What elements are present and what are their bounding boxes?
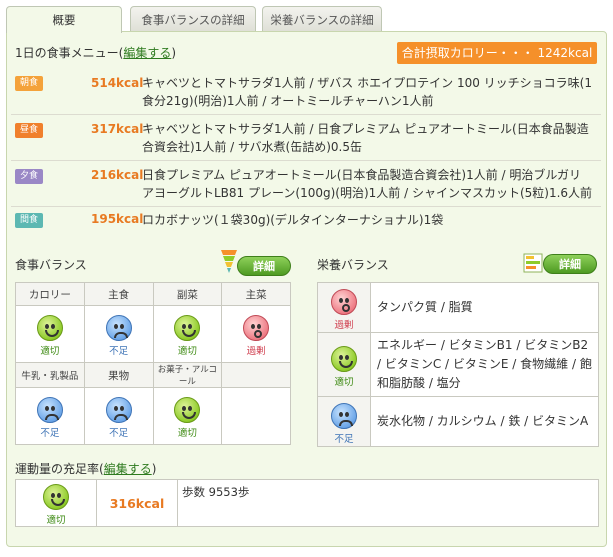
- meal-badge: 朝食: [15, 76, 43, 91]
- meal-row-snack: 間食 195kcal ロカボナッツ(１袋30g)(デルタインターナショナル)1袋: [11, 207, 601, 235]
- menu-title: 1日の食事メニュー(編集する): [15, 44, 176, 61]
- status-label: 過剰: [334, 319, 354, 331]
- meal-row-breakfast: 朝食 514kcal キャベツとトマトサラダ1人前 / ザバス ホエイプロテイン…: [11, 70, 601, 115]
- food-balance-status-staple: 不足: [83, 305, 154, 363]
- meal-line: アヨーグルトLB81 プレーン(100g)(明治)1人前 / シャインマスカット…: [142, 186, 593, 200]
- meal-line: キャベツとトマトサラダ1人前 / 日食プレミアム ピュアオートミール(日本食品製…: [142, 122, 589, 136]
- food-balance-header: カロリー: [15, 282, 85, 306]
- exercise-title: 運動量の充足率(編集する): [15, 460, 156, 477]
- menu-edit-link[interactable]: 編集する: [123, 46, 171, 60]
- meal-badge: 昼食: [15, 123, 43, 138]
- meal-row-dinner: 夕食 216kcal 日食プレミアム ピュアオートミール(日本食品製造合資会社)…: [11, 161, 601, 207]
- exercise-title-prefix: 運動量の充足率(: [15, 462, 104, 476]
- nutrition-status-over: 過剰: [317, 282, 371, 333]
- nutrition-good-items: エネルギー / ビタミンB1 / ビタミンB2 / ビタミンC / ビタミンE …: [370, 332, 599, 397]
- status-label: 不足: [40, 428, 60, 439]
- low-face-icon: [105, 397, 132, 423]
- nutrition-balance-title: 栄養バランス: [317, 258, 389, 272]
- food-balance-title: 食事バランス: [15, 258, 87, 272]
- food-balance-status-dairy: 不足: [15, 387, 85, 445]
- meal-line: 日食プレミアム ピュアオートミール(日本食品製造合資会社)1人前 / 明治ブルガ…: [142, 168, 582, 182]
- good-face-icon: [43, 484, 69, 510]
- nutrition-balance-detail-button[interactable]: 詳細: [543, 254, 597, 274]
- meal-kcal: 317kcal: [91, 122, 144, 136]
- overview-panel: 1日の食事メニュー(編集する) 合計摂取カロリー・・・ 1242kcal 朝食 …: [6, 31, 607, 547]
- food-balance-status-calorie: 適切: [15, 305, 85, 363]
- meal-badge: 間食: [15, 213, 43, 228]
- food-balance-status-side: 適切: [152, 305, 223, 363]
- meal-kcal: 216kcal: [91, 168, 144, 182]
- status-label: 過剰: [246, 346, 266, 357]
- exercise-kcal: 316kcal: [96, 479, 178, 527]
- exercise-steps: 歩数 9553歩: [177, 479, 599, 527]
- exercise-edit-link[interactable]: 編集する: [104, 462, 152, 476]
- exercise-status: 適切: [15, 479, 97, 527]
- meal-line: キャベツとトマトサラダ1人前 / ザバス ホエイプロテイン 100 リッチショコ…: [142, 76, 592, 90]
- good-face-icon: [174, 315, 201, 341]
- over-face-icon: [331, 288, 357, 315]
- status-label: 適切: [334, 376, 354, 388]
- total-calories-badge: 合計摂取カロリー・・・ 1242kcal: [397, 42, 597, 64]
- page-root: 概要 食事バランスの詳細 栄養バランスの詳細 1日の食事メニュー(編集する) 合…: [0, 0, 613, 557]
- low-face-icon: [105, 315, 132, 341]
- over-face-icon: [243, 315, 270, 341]
- food-balance-header: お菓子・アルコール: [152, 362, 223, 388]
- food-balance-header-empty: [221, 362, 291, 388]
- meal-items: キャベツとトマトサラダ1人前 / 日食プレミアム ピュアオートミール(日本食品製…: [142, 120, 597, 156]
- meal-line: 合資会社)1人前 / サバ水煮(缶詰め)0.5缶: [142, 140, 362, 154]
- exercise-table: 適切 316kcal 歩数 9553歩: [15, 479, 599, 527]
- nutrition-status-good: 適切: [317, 332, 371, 397]
- nutrition-over-items: タンパク質 / 脂質: [370, 282, 599, 333]
- meal-line: ロカボナッツ(１袋30g)(デルタインターナショナル)1袋: [142, 213, 444, 227]
- food-balance-header: 主食: [83, 282, 154, 306]
- food-balance-detail-button[interactable]: 詳細: [237, 256, 291, 276]
- meal-items: ロカボナッツ(１袋30g)(デルタインターナショナル)1袋: [142, 211, 597, 229]
- menu-title-suffix: ): [171, 46, 177, 60]
- tab-food-balance-detail[interactable]: 食事バランスの詳細: [130, 6, 256, 32]
- nutrition-chart-icon: [523, 253, 543, 273]
- low-face-icon: [331, 402, 357, 429]
- tab-overview[interactable]: 概要: [6, 6, 122, 33]
- food-balance-status-snacks: 適切: [152, 387, 223, 445]
- food-balance-table: カロリー 主食 副菜 主菜 適切 不足 適切 過剰 牛乳・乳製品 果物 お菓子・…: [15, 282, 291, 445]
- status-label: 不足: [109, 346, 129, 357]
- meal-items: キャベツとトマトサラダ1人前 / ザバス ホエイプロテイン 100 リッチショコ…: [142, 74, 597, 110]
- low-face-icon: [36, 397, 63, 423]
- status-label: 適切: [46, 515, 66, 526]
- food-balance-empty-cell: [221, 387, 291, 445]
- food-balance-header: 主菜: [221, 282, 291, 306]
- tab-nutrition-balance-detail[interactable]: 栄養バランスの詳細: [262, 6, 382, 32]
- exercise-title-suffix: ): [151, 462, 157, 476]
- good-face-icon: [174, 397, 201, 423]
- meal-badge: 夕食: [15, 169, 43, 184]
- nutrition-status-low: 不足: [317, 396, 371, 447]
- nutrition-balance-table: 過剰 タンパク質 / 脂質 適切 エネルギー / ビタミンB1 / ビタミンB2…: [317, 282, 599, 447]
- food-balance-status-fruit: 不足: [83, 387, 154, 445]
- status-label: 不足: [109, 428, 129, 439]
- meal-kcal: 514kcal: [91, 76, 144, 90]
- food-balance-header: 牛乳・乳製品: [15, 362, 85, 388]
- menu-title-prefix: 1日の食事メニュー(: [15, 46, 124, 60]
- meal-kcal: 195kcal: [91, 212, 144, 226]
- meal-row-lunch: 昼食 317kcal キャベツとトマトサラダ1人前 / 日食プレミアム ピュアオ…: [11, 115, 601, 161]
- status-label: 適切: [177, 346, 197, 357]
- nutrition-low-items: 炭水化物 / カルシウム / 鉄 / ビタミンA: [370, 396, 599, 447]
- meal-line: 食分21g)(明治)1人前 / オートミールチャーハン1人前: [142, 94, 434, 108]
- status-label: 適切: [177, 428, 197, 439]
- meal-items: 日食プレミアム ピュアオートミール(日本食品製造合資会社)1人前 / 明治ブルガ…: [142, 166, 597, 202]
- status-label: 適切: [40, 346, 60, 357]
- good-face-icon: [36, 315, 63, 341]
- good-face-icon: [331, 345, 357, 372]
- food-balance-header: 副菜: [152, 282, 223, 306]
- food-pyramid-icon: [221, 248, 237, 274]
- status-label: 不足: [334, 433, 354, 445]
- food-balance-header: 果物: [83, 362, 154, 388]
- food-balance-status-main: 過剰: [221, 305, 291, 363]
